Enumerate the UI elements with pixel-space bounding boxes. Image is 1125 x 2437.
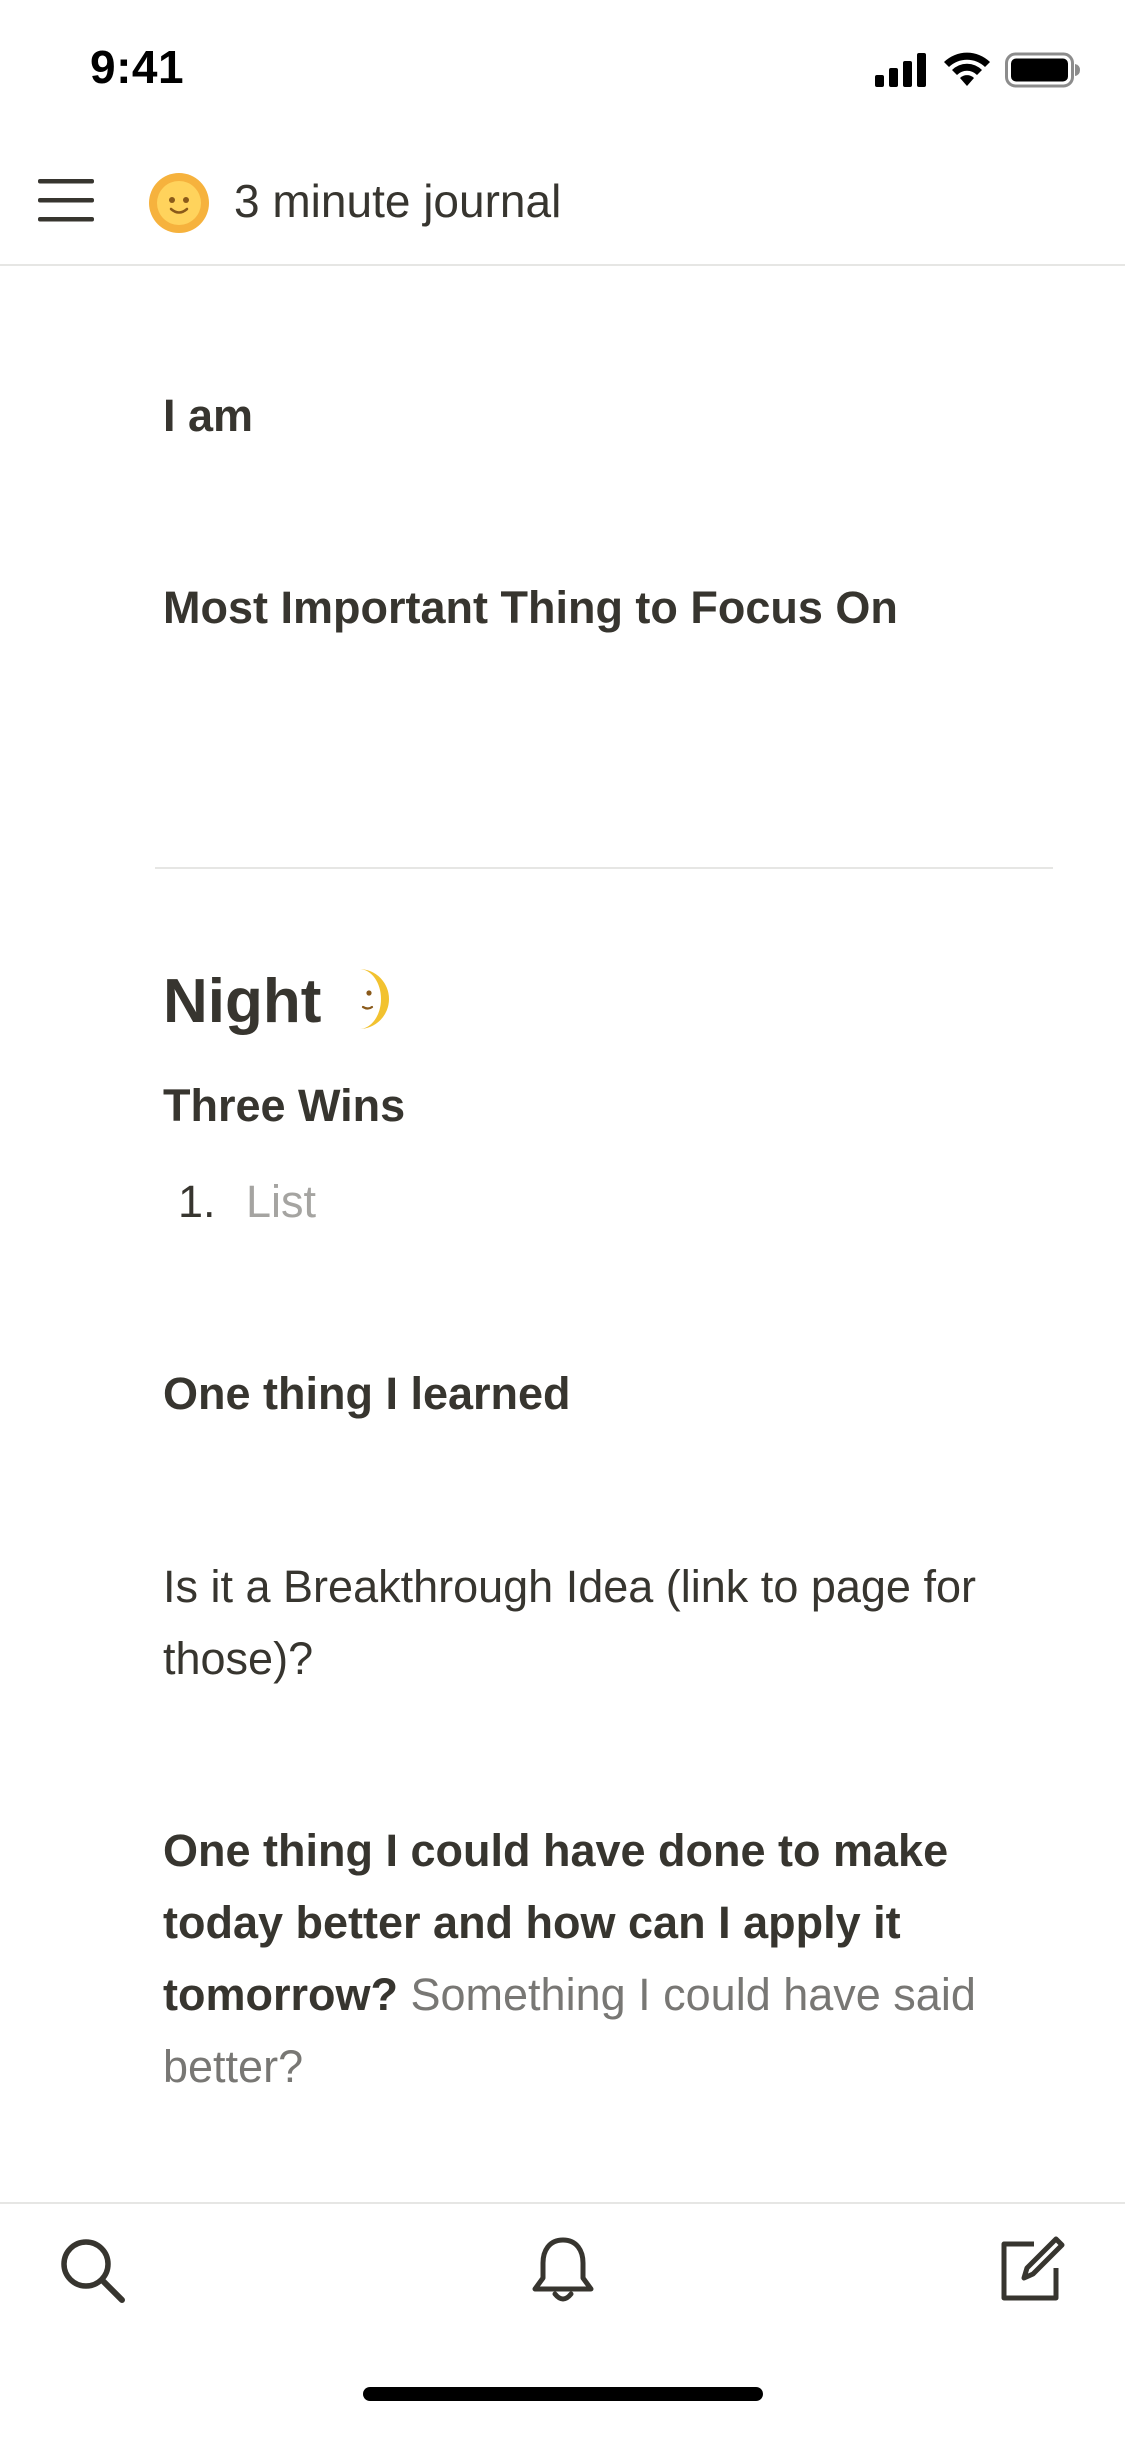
status-time: 9:41 xyxy=(90,41,185,93)
learned-label[interactable]: One thing I learned xyxy=(163,1358,1063,1430)
signal-icon xyxy=(875,52,929,92)
breakthrough-text[interactable]: Is it a Breakthrough Idea (link to page … xyxy=(163,1551,1063,1695)
wifi-icon xyxy=(943,52,991,93)
improve-muted-end: better? xyxy=(163,2041,304,2092)
list-placeholder[interactable]: List xyxy=(246,1166,316,1238)
battery-icon xyxy=(1005,52,1081,93)
three-wins-label[interactable]: Three Wins xyxy=(163,1070,1063,1142)
bell-icon[interactable] xyxy=(523,2230,603,2310)
moon-face-icon xyxy=(347,967,393,1036)
improve-line-1: One thing I could have done to make xyxy=(163,1825,949,1876)
improve-line-3: tomorrow? Something I could have said xyxy=(163,1959,1063,2031)
i-am-label[interactable]: I am xyxy=(163,380,1063,452)
home-indicator[interactable] xyxy=(363,2387,763,2401)
page-title[interactable]: 3 minute journal xyxy=(234,174,561,228)
list-number: 1. xyxy=(178,1176,216,1227)
bottom-toolbar xyxy=(0,2202,1125,2437)
status-icons xyxy=(875,52,1081,92)
improve-block[interactable]: One thing I could have done to make toda… xyxy=(163,1815,1063,2103)
improve-muted-start: Something I could have said xyxy=(410,1969,976,2020)
divider xyxy=(155,867,1053,869)
sun-with-face-icon[interactable] xyxy=(148,172,210,234)
night-heading-text: Night xyxy=(163,967,322,1036)
journal-page: 9:41 3 minute journal I am Most Importan… xyxy=(0,0,1125,2437)
breakthrough-line-1: Is it a Breakthrough Idea (link to page … xyxy=(163,1561,976,1612)
night-heading[interactable]: Night xyxy=(163,966,393,1037)
improve-line-2: today better and how can I apply it xyxy=(163,1897,901,1948)
list-item[interactable]: 1. List xyxy=(178,1166,316,1238)
search-icon[interactable] xyxy=(52,2230,132,2310)
improve-bold-end: tomorrow? xyxy=(163,1969,398,2020)
status-bar: 9:41 xyxy=(0,0,1125,140)
hamburger-menu-icon[interactable] xyxy=(36,170,96,230)
compose-icon[interactable] xyxy=(990,2230,1070,2310)
page-header: 3 minute journal xyxy=(0,140,1125,266)
breakthrough-line-2: those)? xyxy=(163,1633,314,1684)
focus-label[interactable]: Most Important Thing to Focus On xyxy=(163,572,1063,644)
